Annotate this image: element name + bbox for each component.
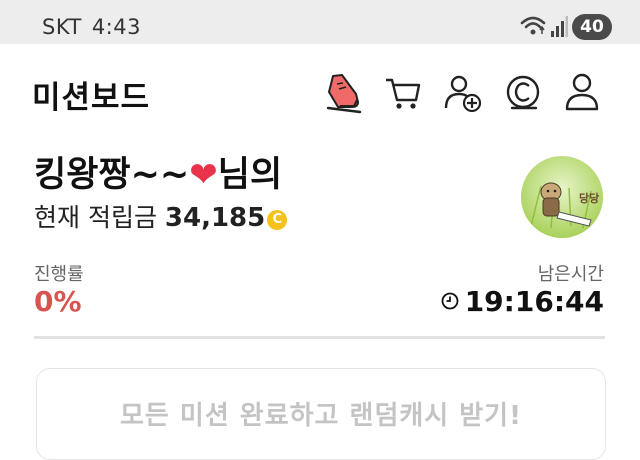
avatar[interactable]: 당당: [521, 156, 603, 238]
user-greeting: 킹왕짱~~❤님의: [34, 146, 282, 197]
divider: [34, 336, 605, 339]
add-user-icon[interactable]: [443, 72, 483, 114]
progress-label: 진행률: [34, 264, 84, 285]
points-line: 현재 적립금 34,185 C: [34, 198, 288, 234]
timer-value: 19:16:44: [464, 285, 604, 318]
cash-coin-icon[interactable]: [504, 72, 544, 114]
coin-icon: C: [267, 210, 288, 230]
wifi-icon: [520, 16, 546, 35]
timer-label: 남은시간: [537, 264, 604, 285]
points-label: 현재 적립금: [34, 203, 157, 232]
status-bar: SKT 4:43 40: [0, 0, 640, 44]
timer: 19:16:44: [441, 285, 604, 318]
user-suffix: 님의: [217, 155, 283, 195]
profile-icon[interactable]: [563, 72, 603, 114]
avatar-caption: 당당: [579, 191, 599, 205]
page-title: 미션보드: [32, 80, 151, 116]
mission-complete-button[interactable]: 모든 미션 완료하고 랜덤캐시 받기!: [36, 368, 606, 460]
progress-value: 0%: [34, 285, 82, 318]
status-time: 4:43: [91, 15, 141, 39]
clock-icon: [441, 292, 459, 310]
points-value: 34,185: [164, 203, 266, 233]
walk-shoe-icon[interactable]: [324, 72, 364, 114]
signal-icon: [551, 16, 568, 37]
status-left: SKT 4:43: [42, 15, 141, 39]
user-name: 킹왕짱~~: [34, 155, 190, 195]
carrier-label: SKT: [42, 15, 82, 39]
heart-icon: ❤: [189, 155, 218, 195]
cart-icon[interactable]: [383, 72, 423, 114]
mission-banner-text: 모든 미션 완료하고 랜덤캐시 받기!: [120, 401, 522, 431]
battery-badge: 40: [572, 14, 612, 40]
